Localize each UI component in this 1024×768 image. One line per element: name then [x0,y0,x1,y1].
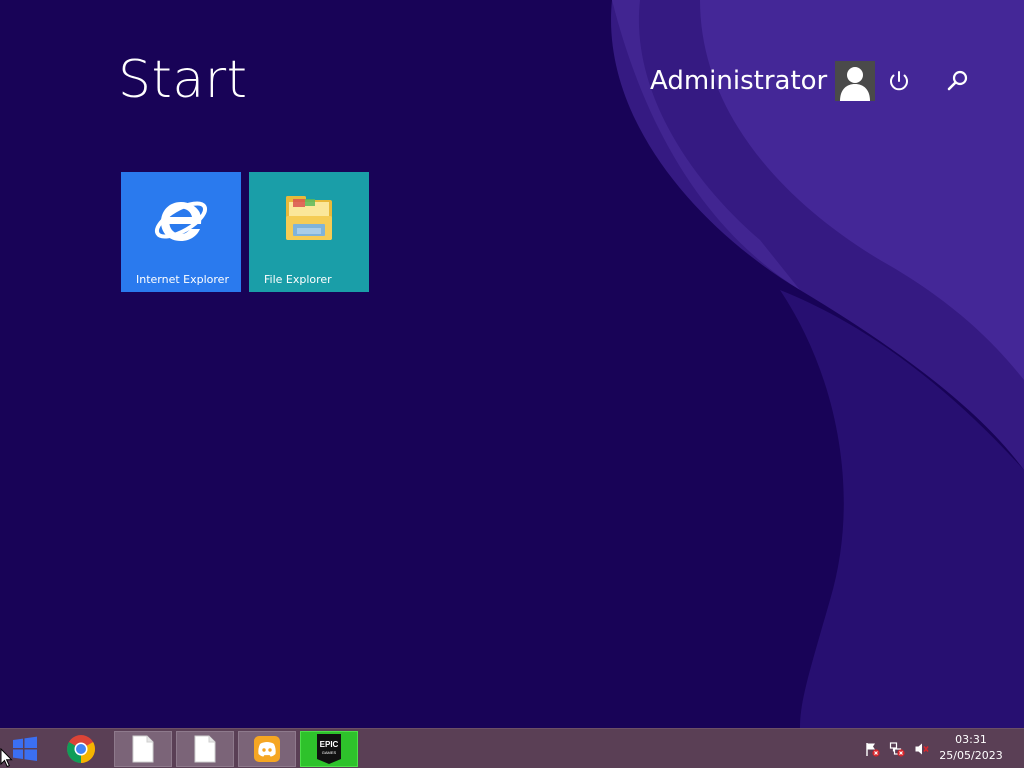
taskbar-chrome[interactable] [52,731,110,767]
action-center-flag-icon[interactable] [864,741,880,757]
mouse-cursor-icon [0,748,13,768]
taskbar-document-1[interactable] [114,731,172,767]
svg-text:GAMES: GAMES [322,750,337,755]
clock-date: 25/05/2023 [939,749,1003,762]
windows-logo-icon [13,736,37,761]
start-title: Start [118,50,248,110]
folder-icon [279,190,339,250]
tile-label: File Explorer [264,273,332,286]
document-icon [194,735,216,763]
volume-muted-icon[interactable] [914,741,930,757]
epic-games-icon: EPIC GAMES [317,734,341,764]
taskbar-document-2[interactable] [176,731,234,767]
user-name[interactable]: Administrator [650,60,827,102]
svg-text:EPIC: EPIC [320,740,339,749]
taskbar-clock[interactable]: 03:31 25/05/2023 [936,732,1006,764]
user-account[interactable]: Administrator [650,60,876,102]
tile-label: Internet Explorer [136,273,229,286]
internet-explorer-icon [151,190,211,250]
taskbar-epic-games[interactable]: EPIC GAMES [300,731,358,767]
start-screen: Start Administrator Internet Explorer Fi… [0,0,1024,768]
clock-time: 03:31 [955,733,987,746]
taskbar-discord[interactable] [238,731,296,767]
power-icon[interactable] [884,66,914,96]
tile-file-explorer[interactable]: File Explorer [249,172,369,292]
network-disconnected-icon[interactable] [889,741,905,757]
user-avatar-icon[interactable] [835,61,876,101]
discord-icon [254,736,280,762]
taskbar: EPIC GAMES 03:31 25/05/2023 [0,728,1024,768]
document-icon [132,735,154,763]
chrome-icon [67,735,95,763]
tile-internet-explorer[interactable]: Internet Explorer [121,172,241,292]
search-icon[interactable] [942,66,972,96]
